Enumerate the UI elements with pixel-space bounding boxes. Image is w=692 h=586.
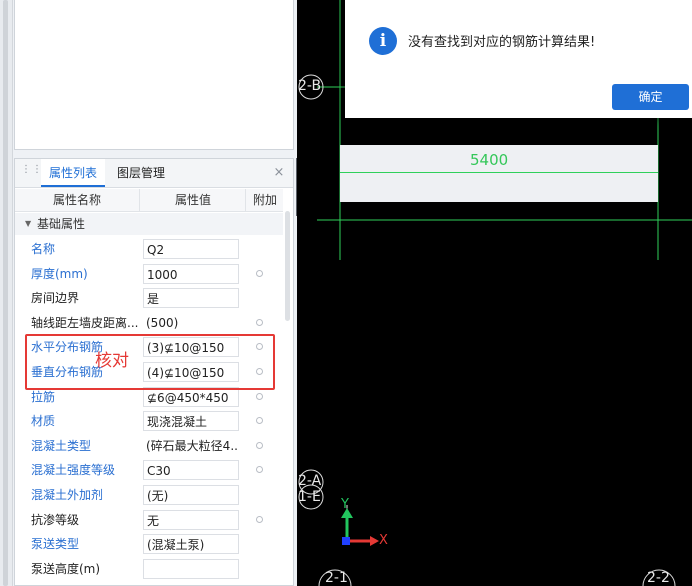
property-name: 轴线距左墙皮距离... <box>31 315 139 330</box>
property-value-field[interactable]: (500) <box>143 312 239 333</box>
property-name: 抗渗等级 <box>31 512 80 527</box>
axis-label-2-2: 2-2 <box>647 570 670 586</box>
group-label: 基础属性 <box>37 217 86 231</box>
property-name: 混凝土外加剂 <box>31 488 104 502</box>
drag-grip-icon[interactable]: ⋮⋮ <box>21 165 42 180</box>
coord-y-label: Y <box>341 497 349 512</box>
property-value-field[interactable] <box>143 558 239 579</box>
property-name: 厚度(mm) <box>31 266 88 281</box>
property-row[interactable]: 混凝土外加剂 (无) <box>15 483 283 508</box>
property-name: 混凝土强度等级 <box>31 463 116 478</box>
dimension-text: 5400 <box>470 151 509 169</box>
property-row[interactable]: 材质 现浇混凝土 <box>15 409 283 434</box>
column-header: 属性名称 属性值 附加 <box>15 189 283 212</box>
axis-label-2a: 2-A <box>298 473 322 489</box>
property-row[interactable]: 泵送高度(m) <box>15 557 283 582</box>
panel-scrollbar[interactable] <box>285 211 290 321</box>
col-header-value: 属性值 <box>139 189 246 211</box>
property-name: 混凝土类型 <box>31 438 92 453</box>
property-row[interactable]: 混凝土强度等级 C30 <box>15 458 283 483</box>
add-checkbox[interactable] <box>256 441 263 449</box>
property-row[interactable]: 房间边界 是 <box>15 286 283 311</box>
tab-properties[interactable]: 属性列表 <box>41 159 106 187</box>
property-value-field[interactable]: C30 <box>143 460 239 481</box>
property-row[interactable]: 轴线距左墙皮距离... (500) <box>15 311 283 336</box>
axis-label-1e: 1-E <box>298 489 321 505</box>
message-dialog: i 没有查找到对应的钢筋计算结果! 确定 <box>345 0 692 118</box>
add-checkbox[interactable] <box>256 466 263 474</box>
top-empty-pane <box>14 0 294 150</box>
annotation-label: 核对 <box>95 351 129 371</box>
collapse-triangle-icon[interactable]: ▼ <box>25 213 31 235</box>
add-checkbox[interactable] <box>256 269 263 277</box>
close-icon[interactable]: × <box>271 165 287 181</box>
axis-label-2-1: 2-1 <box>325 570 348 586</box>
property-value-field[interactable]: 1000 <box>143 263 239 284</box>
ok-button[interactable]: 确定 <box>612 84 689 110</box>
property-value-field[interactable]: 无 <box>143 509 239 530</box>
add-checkbox[interactable] <box>256 318 263 326</box>
property-name: 泵送高度(m) <box>31 561 101 576</box>
coord-x-label: X <box>379 533 388 548</box>
property-row[interactable]: 泵送类型 (混凝土泵) <box>15 532 283 557</box>
add-checkbox[interactable] <box>256 392 263 400</box>
tab-layers[interactable]: 图层管理 <box>109 159 173 187</box>
dialog-message: 没有查找到对应的钢筋计算结果! <box>408 35 596 50</box>
left-scrollbar[interactable] <box>3 0 8 586</box>
property-name: 房间边界 <box>31 291 80 306</box>
property-value-field[interactable]: Q2 <box>143 239 239 259</box>
axis-label-2b: 2-B <box>298 78 322 94</box>
property-row[interactable]: 名称 Q2 <box>15 237 283 262</box>
group-basic-properties[interactable]: ▼ 基础属性 <box>15 213 283 235</box>
property-value-field[interactable]: (碎石最大粒径4... <box>143 435 239 456</box>
col-header-name: 属性名称 <box>52 193 101 207</box>
property-row[interactable]: 厚度(mm) 1000 <box>15 262 283 287</box>
property-value-field[interactable]: 是 <box>143 288 239 309</box>
property-value-field[interactable]: (混凝土泵) <box>143 534 239 555</box>
property-name: 泵送类型 <box>31 537 80 552</box>
add-checkbox[interactable] <box>256 417 263 425</box>
property-value-field[interactable]: (无) <box>143 485 239 505</box>
property-value-field[interactable]: 现浇混凝土 <box>143 411 239 432</box>
panel-tabbar: ⋮⋮ 属性列表 图层管理 × <box>15 159 293 188</box>
info-icon: i <box>369 27 397 55</box>
highlight-box <box>25 334 275 390</box>
property-row[interactable]: 混凝土类型 (碎石最大粒径4... <box>15 434 283 459</box>
col-header-add: 附加 <box>245 189 284 211</box>
property-name: 名称 <box>31 242 56 256</box>
add-checkbox[interactable] <box>256 515 263 523</box>
property-row[interactable]: 抗渗等级 无 <box>15 508 283 533</box>
property-name: 材质 <box>31 414 56 429</box>
property-panel: ⋮⋮ 属性列表 图层管理 × 属性名称 属性值 附加 ▼ 基础属性 名称 Q2 厚度… <box>14 158 294 586</box>
dimension-line <box>340 172 658 173</box>
